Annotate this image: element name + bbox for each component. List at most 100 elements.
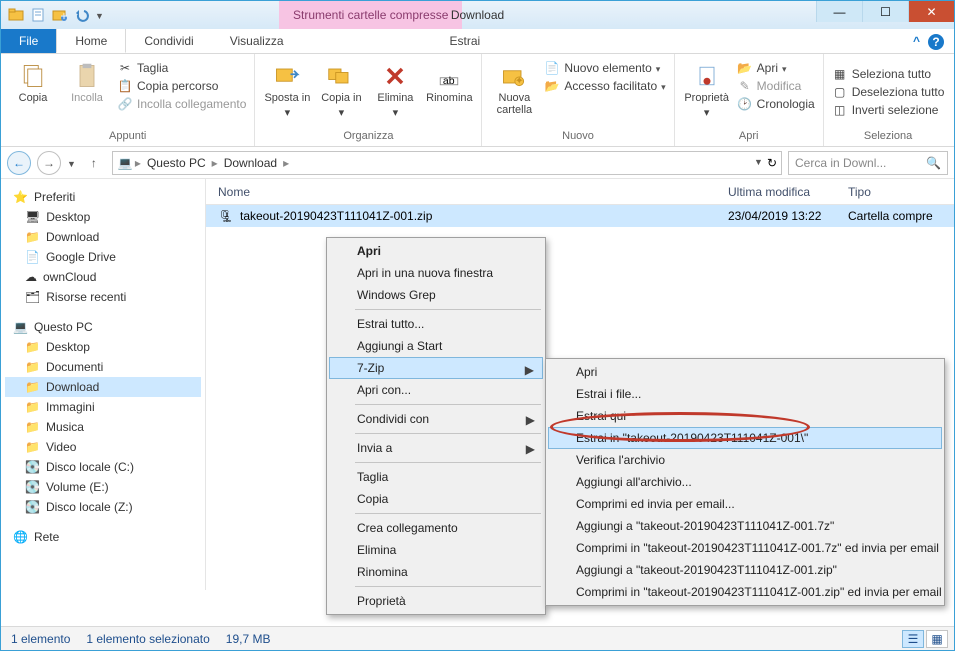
sidebar-fav-gdrive[interactable]: 📄Google Drive	[5, 247, 201, 267]
crumb-pc[interactable]: Questo PC	[143, 156, 210, 170]
ctx-send-to[interactable]: Invia a▶	[329, 437, 543, 459]
open-button[interactable]: 📂Apri ▾	[737, 60, 815, 76]
table-row[interactable]: 🗜takeout-20190423T111041Z-001.zip 23/04/…	[206, 205, 954, 227]
back-button[interactable]: ←	[7, 151, 31, 175]
history-dropdown-icon[interactable]: ▼	[67, 159, 76, 169]
forward-button[interactable]: →	[37, 151, 61, 175]
ctx-open[interactable]: Apri	[329, 240, 543, 262]
open-icon: 📂	[737, 60, 753, 76]
sidebar-network[interactable]: 🌐Rete	[5, 527, 201, 547]
ctx-share-with[interactable]: Condividi con▶	[329, 408, 543, 430]
sidebar-fav-desktop[interactable]: 🖥Desktop	[5, 207, 201, 227]
navigation-pane[interactable]: ⭐Preferiti 🖥Desktop 📁Download 📄Google Dr…	[1, 179, 206, 590]
sub-extract-here[interactable]: Estrai qui	[548, 405, 942, 427]
minimize-button[interactable]: —	[816, 1, 862, 22]
sub-compress-7z-email[interactable]: Comprimi in "takeout-20190423T111041Z-00…	[548, 537, 942, 559]
breadcrumb[interactable]: 💻 ▸ Questo PC ▸ Download ▸ ▼ ↻	[112, 151, 782, 175]
new-item-icon: 📄	[544, 60, 560, 76]
search-input[interactable]: Cerca in Downl... 🔍	[788, 151, 948, 175]
edit-button[interactable]: ✎Modifica	[737, 78, 815, 94]
maximize-button[interactable]: ☐	[862, 1, 908, 22]
ctx-delete[interactable]: Elimina	[329, 539, 543, 561]
new-folder-icon[interactable]: +	[51, 6, 69, 24]
ctx-open-new-window[interactable]: Apri in una nuova finestra	[329, 262, 543, 284]
sub-add-archive[interactable]: Aggiungi all'archivio...	[548, 471, 942, 493]
copy-path-button[interactable]: 📋Copia percorso	[117, 78, 246, 94]
view-tab[interactable]: Visualizza	[212, 28, 302, 53]
sidebar-pc-music[interactable]: 📁Musica	[5, 417, 201, 437]
easy-access-button[interactable]: 📂Accesso facilitato ▾	[544, 78, 665, 94]
paste-button[interactable]: Incolla	[63, 56, 111, 104]
icons-view-button[interactable]: ▦	[926, 630, 948, 648]
refresh-icon[interactable]: ↻	[767, 156, 777, 170]
history-button[interactable]: 🕑Cronologia	[737, 96, 815, 112]
ctx-create-shortcut[interactable]: Crea collegamento	[329, 517, 543, 539]
collapse-ribbon-icon[interactable]: ^	[913, 34, 920, 50]
ctx-rename[interactable]: Rinomina	[329, 561, 543, 583]
extract-tab[interactable]: Estrai	[432, 28, 499, 53]
column-headers[interactable]: Nome Ultima modifica Tipo	[206, 179, 954, 205]
qat-dropdown-icon[interactable]: ▼	[95, 11, 104, 21]
details-view-button[interactable]: ☰	[902, 630, 924, 648]
cut-button[interactable]: ✂Taglia	[117, 60, 246, 76]
up-button[interactable]: ↑	[82, 151, 106, 175]
rename-button[interactable]: abRinomina	[425, 56, 473, 104]
new-item-button[interactable]: 📄Nuovo elemento ▾	[544, 60, 665, 76]
ctx-tab-label: Strumenti cartelle compresse	[279, 1, 462, 29]
move-to-button[interactable]: Sposta in▾	[263, 56, 311, 118]
sidebar-fav-owncloud[interactable]: ☁ownCloud	[5, 267, 201, 287]
col-name[interactable]: Nome	[218, 185, 728, 199]
sub-compress-email[interactable]: Comprimi ed invia per email...	[548, 493, 942, 515]
sidebar-pc-download[interactable]: 📁Download	[5, 377, 201, 397]
ctx-extract-all[interactable]: Estrai tutto...	[329, 313, 543, 335]
sub-extract-files[interactable]: Estrai i file...	[548, 383, 942, 405]
select-all-button[interactable]: ▦Seleziona tutto	[832, 66, 945, 82]
properties-icon[interactable]	[29, 6, 47, 24]
sidebar-fav-recent[interactable]: 🗂Risorse recenti	[5, 287, 201, 307]
sidebar-pc-video[interactable]: 📁Video	[5, 437, 201, 457]
properties-button[interactable]: Proprietà▾	[683, 56, 731, 118]
col-type[interactable]: Tipo	[848, 185, 954, 199]
ctx-cut[interactable]: Taglia	[329, 466, 543, 488]
share-tab[interactable]: Condividi	[126, 28, 211, 53]
sub-add-zip[interactable]: Aggiungi a "takeout-20190423T111041Z-001…	[548, 559, 942, 581]
crumb-folder[interactable]: Download	[220, 156, 281, 170]
sidebar-pc-disk-z[interactable]: 💽Disco locale (Z:)	[5, 497, 201, 517]
col-date[interactable]: Ultima modifica	[728, 185, 848, 199]
sidebar-pc-desktop[interactable]: 📁Desktop	[5, 337, 201, 357]
address-dropdown-icon[interactable]: ▼	[754, 157, 763, 171]
file-tab[interactable]: File	[1, 28, 56, 53]
sidebar-fav-download[interactable]: 📁Download	[5, 227, 201, 247]
sub-extract-to-folder[interactable]: Estrai in "takeout-20190423T111041Z-001\…	[548, 427, 942, 449]
home-tab[interactable]: Home	[56, 28, 126, 53]
copy-button[interactable]: Copia	[9, 56, 57, 104]
ctx-pin-start[interactable]: Aggiungi a Start	[329, 335, 543, 357]
deselect-all-button[interactable]: ▢Deseleziona tutto	[832, 84, 945, 100]
pc-icon: 💻	[117, 155, 133, 171]
undo-icon[interactable]	[73, 6, 91, 24]
invert-selection-button[interactable]: ◫Inverti selezione	[832, 102, 945, 118]
ctx-windows-grep[interactable]: Windows Grep	[329, 284, 543, 306]
sidebar-pc-docs[interactable]: 📁Documenti	[5, 357, 201, 377]
delete-button[interactable]: Elimina▾	[371, 56, 419, 118]
link-icon: 🔗	[117, 96, 133, 112]
copy-to-button[interactable]: Copia in▾	[317, 56, 365, 118]
paste-link-button[interactable]: 🔗Incolla collegamento	[117, 96, 246, 112]
ctx-copy[interactable]: Copia	[329, 488, 543, 510]
ctx-open-with[interactable]: Apri con...	[329, 379, 543, 401]
sidebar-this-pc[interactable]: 💻Questo PC	[5, 317, 201, 337]
new-folder-button[interactable]: ✦Nuova cartella	[490, 56, 538, 116]
sub-open[interactable]: Apri	[548, 361, 942, 383]
sub-add-7z[interactable]: Aggiungi a "takeout-20190423T111041Z-001…	[548, 515, 942, 537]
sidebar-pc-images[interactable]: 📁Immagini	[5, 397, 201, 417]
sidebar-pc-disk-c[interactable]: 💽Disco locale (C:)	[5, 457, 201, 477]
sub-compress-zip-email[interactable]: Comprimi in "takeout-20190423T111041Z-00…	[548, 581, 942, 603]
ctx-7zip[interactable]: 7-Zip▶	[329, 357, 543, 379]
sub-verify[interactable]: Verifica l'archivio	[548, 449, 942, 471]
close-button[interactable]: ✕	[908, 1, 954, 22]
sidebar-favorites[interactable]: ⭐Preferiti	[5, 187, 201, 207]
ctx-properties[interactable]: Proprietà	[329, 590, 543, 612]
zip-icon: 🗜	[218, 208, 234, 224]
sidebar-pc-vol-e[interactable]: 💽Volume (E:)	[5, 477, 201, 497]
help-icon[interactable]: ?	[928, 34, 944, 50]
